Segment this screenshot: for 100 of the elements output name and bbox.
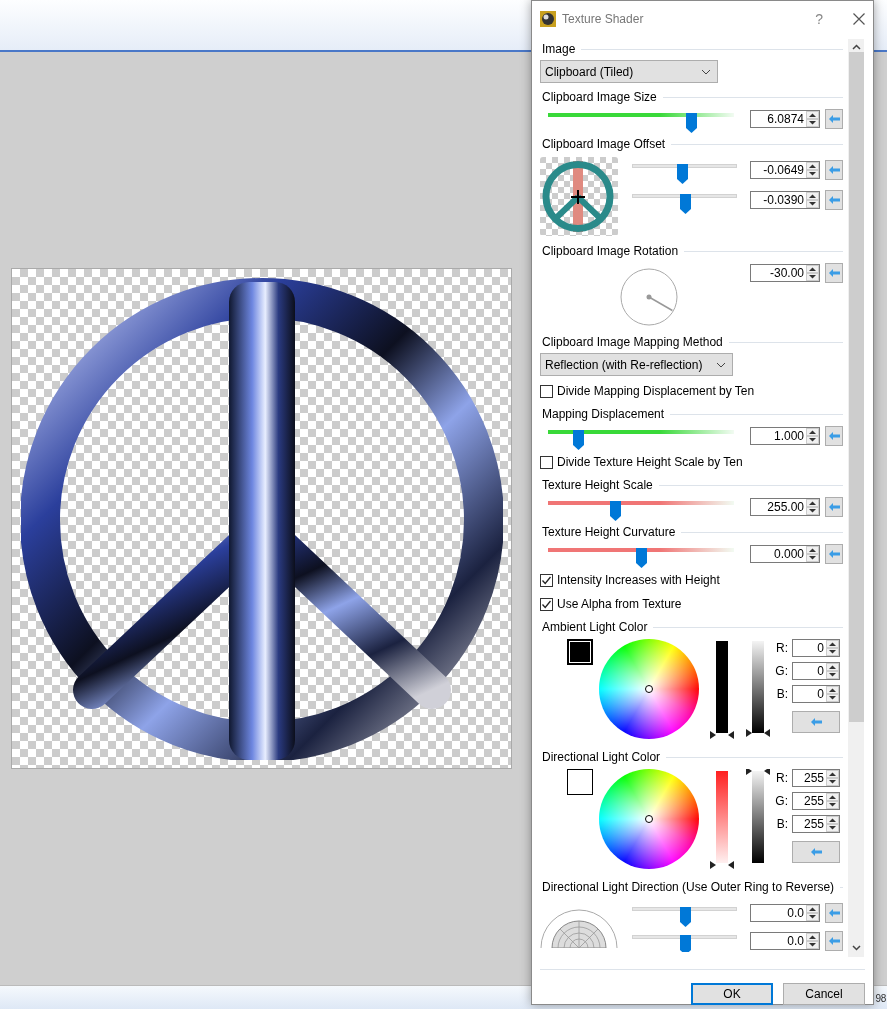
- close-icon: [853, 13, 865, 25]
- section-heading: Texture Height Scale: [542, 478, 653, 492]
- reset-button[interactable]: [792, 841, 840, 863]
- checkbox-label[interactable]: Divide Mapping Displacement by Ten: [557, 384, 755, 398]
- checkbox[interactable]: [540, 455, 553, 469]
- slider-thumb[interactable]: [686, 113, 698, 133]
- brightness-bar[interactable]: [746, 639, 770, 739]
- slider-thumb[interactable]: [636, 548, 647, 568]
- chevron-down-icon: [701, 68, 711, 75]
- offset-preview-drawing[interactable]: [540, 157, 618, 236]
- slider-track[interactable]: [548, 430, 734, 450]
- slider-track[interactable]: [632, 194, 737, 214]
- spin-buttons[interactable]: [826, 770, 839, 786]
- dropdown[interactable]: Clipboard (Tiled): [540, 60, 718, 83]
- checkbox[interactable]: [540, 573, 553, 587]
- number-field[interactable]: 0.0: [750, 932, 820, 950]
- number-field[interactable]: 255: [792, 792, 840, 810]
- checkbox-label[interactable]: Use Alpha from Texture: [557, 597, 682, 611]
- dropdown[interactable]: Reflection (with Re-reflection): [540, 353, 733, 376]
- slider-thumb[interactable]: [679, 194, 691, 214]
- number-field[interactable]: 0: [792, 662, 840, 680]
- color-swatch[interactable]: [567, 639, 593, 665]
- reset-button[interactable]: [825, 931, 843, 951]
- reset-button[interactable]: [825, 160, 843, 180]
- arrow-left-icon: [810, 848, 822, 856]
- reset-button[interactable]: [825, 426, 843, 446]
- reset-button[interactable]: [825, 190, 843, 210]
- slider-track[interactable]: [632, 907, 737, 927]
- section-heading: Image: [542, 42, 576, 56]
- spin-buttons[interactable]: [806, 933, 819, 949]
- number-field[interactable]: -0.0390: [750, 191, 820, 209]
- checkbox-label[interactable]: Intensity Increases with Height: [557, 573, 720, 587]
- number-field[interactable]: -30.00: [750, 264, 820, 282]
- slider-thumb[interactable]: [679, 935, 691, 952]
- chevron-down-icon[interactable]: [851, 945, 861, 951]
- wheel-marker[interactable]: [645, 685, 653, 693]
- spin-buttons[interactable]: [826, 816, 839, 832]
- reset-button[interactable]: [825, 903, 843, 923]
- spin-buttons[interactable]: [826, 686, 839, 702]
- checkbox-label[interactable]: Divide Texture Height Scale by Ten: [557, 455, 743, 469]
- slider-track[interactable]: [548, 113, 734, 133]
- reset-button[interactable]: [825, 544, 843, 564]
- chevron-down-icon: [716, 361, 726, 368]
- saturation-bar[interactable]: [710, 639, 734, 739]
- dialog-button[interactable]: OK: [691, 983, 773, 1005]
- slider-thumb[interactable]: [679, 907, 691, 927]
- spin-buttons[interactable]: [826, 640, 839, 656]
- section-heading: Ambient Light Color: [542, 620, 648, 634]
- spin-buttons[interactable]: [806, 162, 819, 178]
- number-field[interactable]: 0: [792, 639, 840, 657]
- spin-buttons[interactable]: [806, 499, 819, 515]
- number-field[interactable]: 0.0: [750, 904, 820, 922]
- help-button[interactable]: ?: [815, 11, 823, 27]
- section-heading: Mapping Displacement: [542, 407, 665, 421]
- scrollbar[interactable]: [848, 39, 864, 957]
- spin-buttons[interactable]: [806, 428, 819, 444]
- checkbox[interactable]: [540, 597, 553, 611]
- close-button[interactable]: [853, 13, 865, 25]
- arrow-left-icon: [828, 115, 840, 123]
- slider-track[interactable]: [632, 164, 737, 184]
- section-heading: Texture Height Curvature: [542, 525, 676, 539]
- channel-label: R:: [776, 641, 788, 655]
- spin-buttons[interactable]: [806, 905, 819, 921]
- number-field[interactable]: 1.000: [750, 427, 820, 445]
- spin-buttons[interactable]: [806, 546, 819, 562]
- number-field[interactable]: -0.0649: [750, 161, 820, 179]
- channel-label: B:: [776, 817, 788, 831]
- spin-buttons[interactable]: [806, 111, 819, 127]
- slider-thumb[interactable]: [609, 501, 621, 521]
- section-heading: Directional Light Direction (Use Outer Ring to Reverse): [542, 880, 835, 894]
- arrow-left-icon: [828, 432, 840, 440]
- reset-button[interactable]: [792, 711, 840, 733]
- channel-label: G:: [775, 794, 788, 808]
- spin-buttons[interactable]: [826, 793, 839, 809]
- spin-buttons[interactable]: [806, 192, 819, 208]
- number-field[interactable]: 0.000: [750, 545, 820, 563]
- number-field[interactable]: 0: [792, 685, 840, 703]
- channel-label: B:: [776, 687, 788, 701]
- number-field[interactable]: 255.00: [750, 498, 820, 516]
- slider-thumb[interactable]: [677, 164, 689, 184]
- number-field[interactable]: 255: [792, 769, 840, 787]
- reset-button[interactable]: [825, 109, 843, 129]
- number-field[interactable]: 255: [792, 815, 840, 833]
- wheel-marker[interactable]: [645, 815, 653, 823]
- slider-track[interactable]: [548, 501, 734, 521]
- slider-track[interactable]: [632, 935, 737, 952]
- slider-track[interactable]: [548, 548, 734, 568]
- checkbox[interactable]: [540, 384, 553, 398]
- reset-button[interactable]: [825, 497, 843, 517]
- color-swatch[interactable]: [567, 769, 593, 795]
- slider-thumb[interactable]: [572, 430, 584, 450]
- window-title: Texture Shader: [562, 12, 645, 26]
- spin-buttons[interactable]: [826, 663, 839, 679]
- section-heading: Directional Light Color: [542, 750, 661, 764]
- spin-buttons[interactable]: [806, 265, 819, 281]
- reset-button[interactable]: [825, 263, 843, 283]
- dialog-button[interactable]: Cancel: [783, 983, 865, 1005]
- chevron-up-icon[interactable]: [851, 44, 861, 50]
- scrollbar-thumb[interactable]: [848, 52, 864, 722]
- number-field[interactable]: 6.0874: [750, 110, 820, 128]
